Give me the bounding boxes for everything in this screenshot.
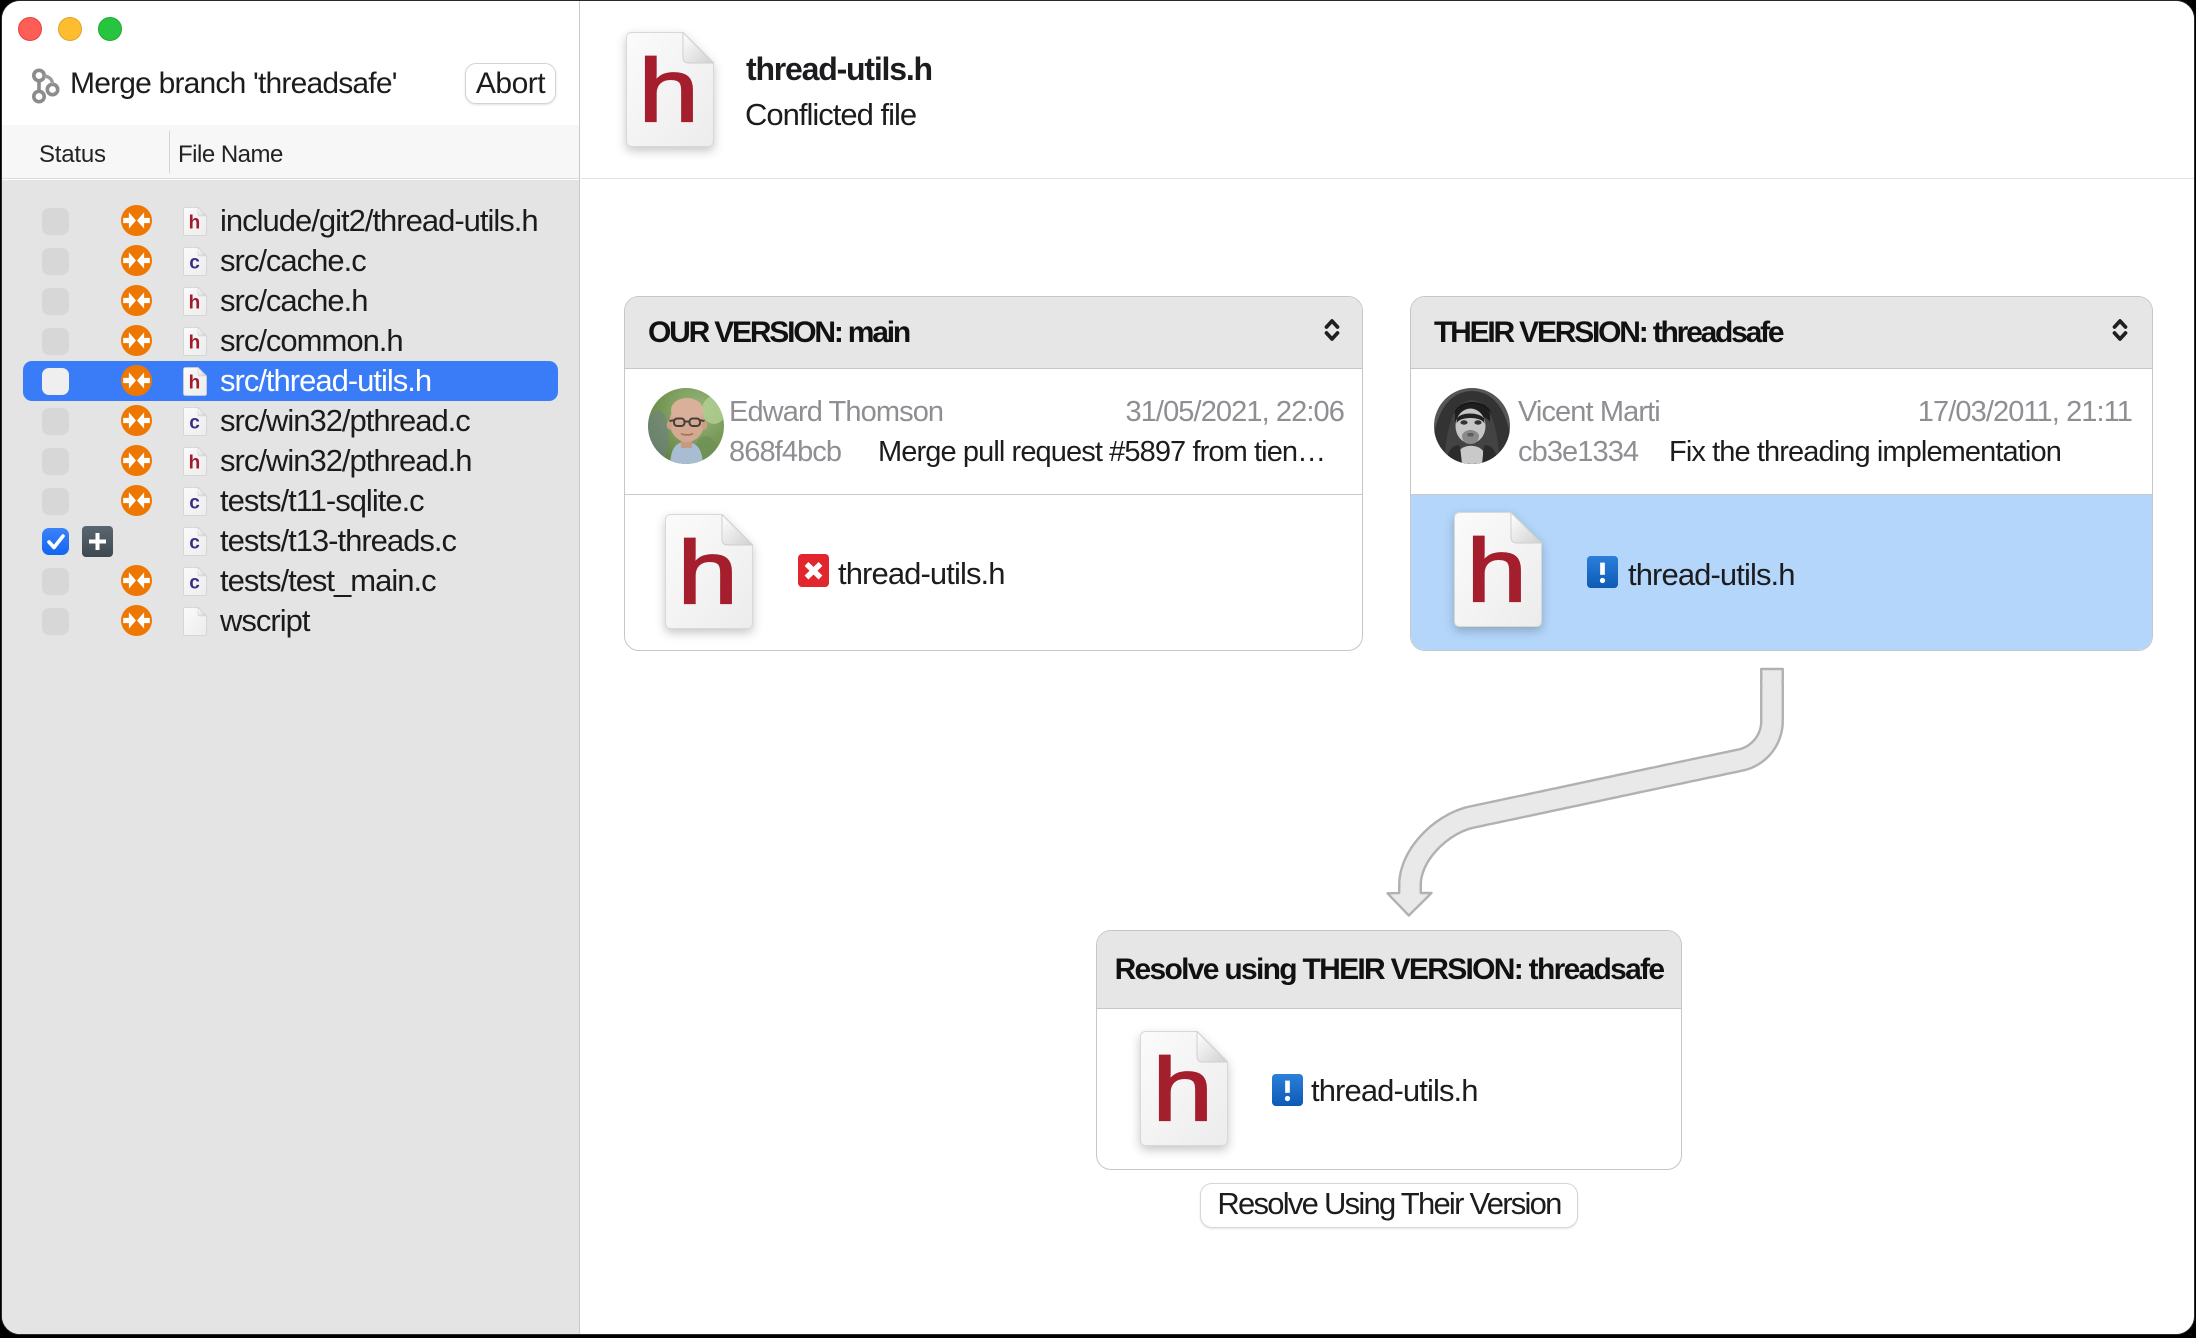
svg-text:h: h	[678, 523, 738, 623]
svg-text:c: c	[189, 493, 200, 514]
svg-text:h: h	[189, 293, 200, 314]
svg-text:c: c	[189, 573, 200, 594]
svg-text:h: h	[639, 41, 699, 141]
svg-text:h: h	[1467, 521, 1527, 621]
svg-text:c: c	[189, 253, 200, 274]
svg-text:c: c	[189, 533, 200, 554]
svg-text:h: h	[189, 453, 200, 474]
svg-text:h: h	[1153, 1040, 1213, 1140]
svg-text:h: h	[189, 373, 200, 394]
svg-text:h: h	[189, 333, 200, 354]
svg-text:c: c	[189, 413, 200, 434]
svg-text:h: h	[189, 213, 200, 234]
